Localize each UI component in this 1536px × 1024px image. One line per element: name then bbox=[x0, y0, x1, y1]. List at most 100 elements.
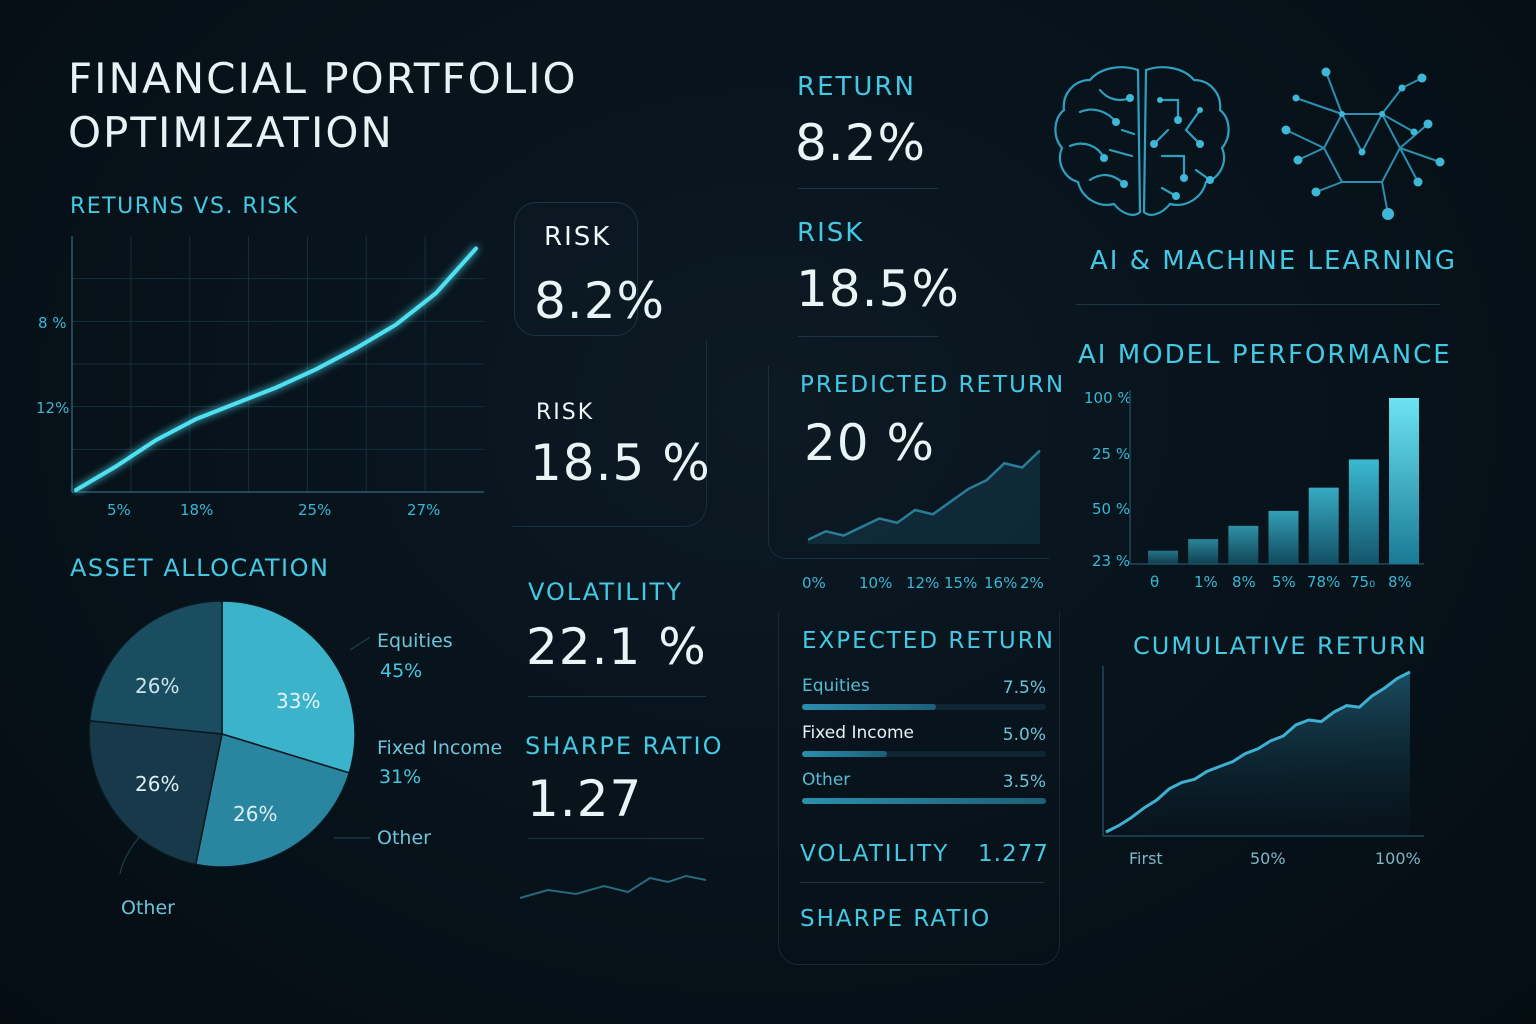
pie-slice-label: 26% bbox=[135, 674, 180, 698]
sharpe-sparkline bbox=[519, 874, 707, 899]
cumulative-area bbox=[1106, 672, 1410, 836]
ai-perf-x-tick: 75₀ bbox=[1350, 573, 1376, 591]
volatility-bottom-label: VOLATILITY bbox=[800, 841, 950, 867]
allocation-leader-line bbox=[349, 636, 370, 651]
pie-slice-label: 26% bbox=[135, 772, 180, 796]
divider bbox=[800, 882, 1044, 883]
returns-risk-x-tick: 27% bbox=[407, 501, 441, 519]
expected-row-name: Equities bbox=[802, 676, 870, 696]
ai-ml-title: AI & MACHINE LEARNING bbox=[1090, 246, 1458, 276]
ai-perf-bar bbox=[1389, 398, 1420, 564]
ai-perf-y-tick: 23 % bbox=[1092, 552, 1131, 570]
ai-perf-x-tick: θ bbox=[1150, 573, 1160, 591]
ai-perf-bar bbox=[1348, 459, 1379, 564]
return-label: RETURN bbox=[797, 72, 916, 102]
returns-risk-line bbox=[74, 246, 478, 492]
returns-risk-chart bbox=[71, 236, 484, 493]
ai-perf-bar bbox=[1308, 487, 1339, 564]
cumulative-title: CUMULATIVE RETURN bbox=[1133, 632, 1428, 660]
volatility-bottom-value: 1.277 bbox=[978, 841, 1049, 867]
expected-row-name: Other bbox=[802, 770, 851, 790]
ai-perf-x-tick: 8% bbox=[1232, 573, 1256, 591]
ai-perf-x-tick: 8% bbox=[1388, 573, 1412, 591]
sharpe-sparkline-path bbox=[519, 874, 707, 899]
page-title: FINANCIAL PORTFOLIO OPTIMIZATION bbox=[68, 52, 578, 160]
cumulative-x-tick: First bbox=[1129, 849, 1163, 868]
ai-perf-x-tick: 78% bbox=[1307, 573, 1341, 591]
allocation-slices bbox=[88, 600, 356, 868]
expected-row-bar bbox=[802, 798, 1046, 804]
expected-row-value: 5.0% bbox=[1002, 725, 1046, 745]
expected-row-value: 3.5% bbox=[1002, 772, 1046, 792]
returns-risk-x-tick: 18% bbox=[180, 501, 214, 519]
returns-risk-y-tick: 12% bbox=[36, 399, 70, 417]
returns-risk-y-tick: 8 % bbox=[38, 314, 67, 332]
divider bbox=[528, 838, 704, 839]
legend-fixed-income-label: Fixed Income bbox=[377, 737, 503, 759]
risk-center-label: RISK bbox=[797, 218, 865, 248]
risk-card-label: RISK bbox=[544, 222, 612, 252]
ai-perf-bars bbox=[1148, 398, 1420, 564]
ai-perf-x-tick: 1% bbox=[1194, 573, 1218, 591]
volatility-value: 22.1 % bbox=[526, 618, 707, 676]
ai-perf-bar bbox=[1188, 539, 1219, 564]
ai-perf-y-tick: 50 % bbox=[1092, 500, 1131, 518]
expected-title: EXPECTED RETURN bbox=[802, 628, 1055, 654]
allocation-leader-line bbox=[119, 835, 141, 874]
returns-risk-x-tick: 25% bbox=[298, 501, 332, 519]
ai-perf-chart bbox=[1129, 390, 1424, 565]
cumulative-chart bbox=[1102, 666, 1424, 837]
cumulative-x-tick: 100% bbox=[1375, 849, 1421, 868]
divider bbox=[528, 696, 706, 697]
expected-row-bar bbox=[802, 704, 937, 710]
expected-row-bar bbox=[802, 751, 888, 757]
predicted-x-tick: 2% bbox=[1020, 574, 1044, 592]
ai-perf-bar bbox=[1268, 510, 1299, 564]
volatility-label: VOLATILITY bbox=[528, 578, 683, 606]
predicted-x-tick: 0% bbox=[802, 574, 826, 592]
predicted-x-tick: 16% bbox=[984, 574, 1018, 592]
ai-perf-y-tick: 100 % bbox=[1084, 389, 1132, 407]
sharpe-value: 1.27 bbox=[527, 770, 643, 828]
legend-equities-value: 45% bbox=[380, 660, 423, 682]
divider bbox=[798, 188, 938, 189]
risk-secondary-label: RISK bbox=[536, 400, 595, 425]
expected-row-track bbox=[802, 798, 1046, 804]
legend-other-label: Other bbox=[377, 827, 431, 849]
returns-risk-title: RETURNS VS. RISK bbox=[70, 194, 299, 219]
ai-perf-y-tick: 25 % bbox=[1092, 445, 1131, 463]
divider bbox=[798, 336, 938, 337]
risk-card-value: 8.2% bbox=[534, 272, 666, 330]
ai-perf-bar bbox=[1228, 525, 1259, 564]
legend-fixed-income-value: 31% bbox=[379, 766, 422, 788]
ai-perf-x-tick: 5% bbox=[1272, 573, 1296, 591]
risk-center-value: 18.5% bbox=[796, 260, 960, 318]
expected-row-track bbox=[802, 704, 1046, 710]
predicted-x-tick: 12% bbox=[906, 574, 940, 592]
predicted-x-tick: 15% bbox=[944, 574, 978, 592]
risk-secondary-value: 18.5 % bbox=[530, 434, 711, 492]
predicted-x-tick: 10% bbox=[859, 574, 893, 592]
network-icon bbox=[1281, 67, 1445, 220]
pie-slice bbox=[88, 600, 223, 735]
sharpe-bottom-label: SHARPE RATIO bbox=[800, 906, 992, 932]
ai-perf-bar bbox=[1148, 550, 1178, 564]
return-value: 8.2% bbox=[795, 114, 927, 172]
brain-icon bbox=[1054, 66, 1230, 216]
pie-slice-label: 33% bbox=[276, 689, 321, 713]
legend-equities-label: Equities bbox=[377, 630, 453, 652]
page-title-line1: FINANCIAL PORTFOLIO bbox=[68, 54, 578, 103]
expected-row-track bbox=[802, 751, 1046, 757]
predicted-chart bbox=[807, 449, 1041, 544]
pie-slice-label: 26% bbox=[233, 802, 278, 826]
returns-risk-x-tick: 5% bbox=[107, 501, 131, 519]
page-title-line2: OPTIMIZATION bbox=[68, 108, 394, 157]
expected-row-name: Fixed Income bbox=[802, 723, 915, 743]
sharpe-label: SHARPE RATIO bbox=[525, 732, 724, 760]
expected-row-value: 7.5% bbox=[1002, 678, 1046, 698]
allocation-title: ASSET ALLOCATION bbox=[70, 554, 330, 582]
divider bbox=[1076, 304, 1440, 305]
allocation-pie bbox=[88, 600, 370, 874]
pie-outside-label: Other bbox=[121, 897, 175, 919]
ai-perf-title: AI MODEL PERFORMANCE bbox=[1078, 340, 1452, 370]
